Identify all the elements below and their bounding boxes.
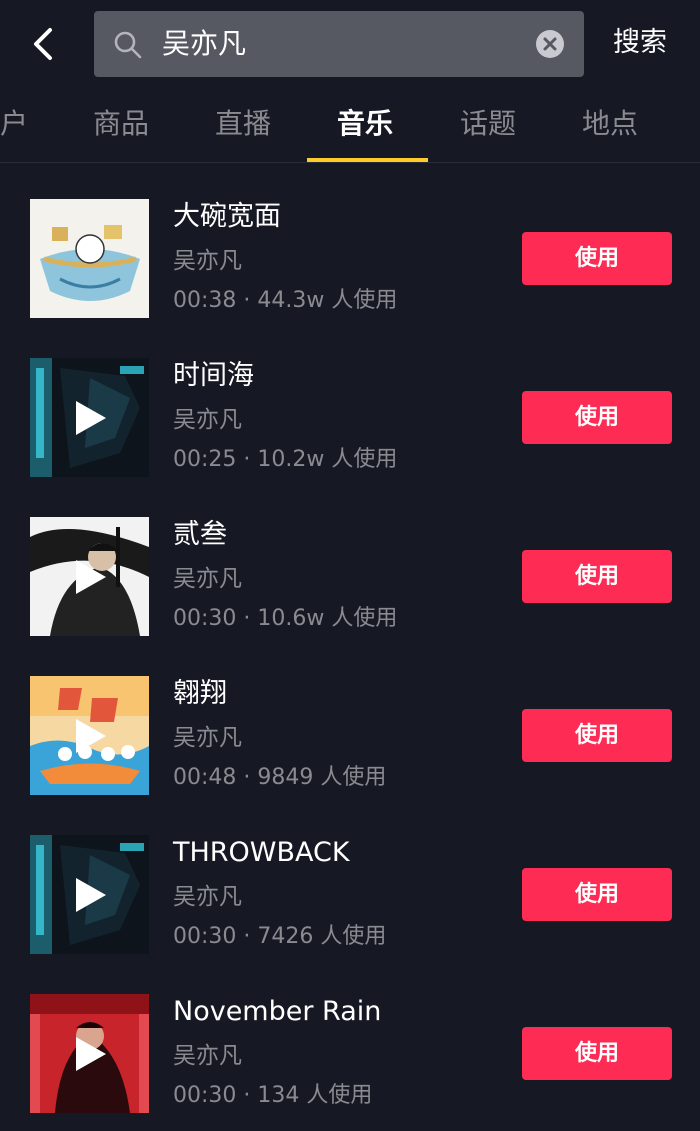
meta-separator: · <box>243 606 251 631</box>
list-item[interactable]: 大碗宽面 吴亦凡 00:38 · 44.3w 人使用 使用 <box>0 163 700 322</box>
album-cover[interactable] <box>30 676 149 795</box>
use-button[interactable]: 使用 <box>522 868 672 921</box>
song-artist: 吴亦凡 <box>173 725 242 751</box>
song-artist: 吴亦凡 <box>173 407 242 433</box>
meta-separator: · <box>243 447 251 472</box>
song-title: 贰叁 <box>173 519 227 550</box>
tab-locations[interactable]: 地点 <box>582 104 638 144</box>
album-cover[interactable] <box>30 358 149 477</box>
list-item[interactable]: THROWBACK 吴亦凡 00:30 · 7426 人使用 使用 <box>0 799 700 958</box>
use-button[interactable]: 使用 <box>522 1027 672 1080</box>
meta-separator: · <box>243 765 251 790</box>
clear-icon[interactable] <box>534 28 566 60</box>
song-duration: 00:30 <box>173 1083 237 1108</box>
list-item[interactable]: 贰叁 吴亦凡 00:30 · 10.6w 人使用 使用 <box>0 481 700 640</box>
album-cover[interactable] <box>30 199 149 318</box>
song-usage-count: 134 人使用 <box>257 1083 373 1108</box>
song-duration: 00:48 <box>173 765 237 790</box>
meta-separator: · <box>243 1083 251 1108</box>
song-artist: 吴亦凡 <box>173 566 242 592</box>
back-arrow-icon[interactable] <box>22 22 66 66</box>
song-duration: 00:30 <box>173 924 237 949</box>
song-meta: 00:25 · 10.2w 人使用 <box>173 444 397 476</box>
song-meta: 00:30 · 10.6w 人使用 <box>173 603 397 635</box>
song-title: 翱翔 <box>173 678 227 709</box>
song-title: November Rain <box>173 996 382 1027</box>
search-icon <box>112 29 144 61</box>
album-cover[interactable] <box>30 994 149 1113</box>
song-usage-count: 10.6w 人使用 <box>257 606 398 631</box>
song-artist: 吴亦凡 <box>173 248 242 274</box>
song-meta: 00:48 · 9849 人使用 <box>173 762 386 794</box>
song-usage-count: 9849 人使用 <box>257 765 387 790</box>
song-title: 大碗宽面 <box>173 201 281 232</box>
list-item[interactable]: 翱翔 吴亦凡 00:48 · 9849 人使用 使用 <box>0 640 700 799</box>
song-usage-count: 44.3w 人使用 <box>257 288 398 313</box>
song-usage-count: 10.2w 人使用 <box>257 447 398 472</box>
use-button[interactable]: 使用 <box>522 709 672 762</box>
use-button[interactable]: 使用 <box>522 550 672 603</box>
song-title: 时间海 <box>173 360 254 391</box>
tab-users[interactable]: 户 <box>0 104 28 144</box>
song-artist: 吴亦凡 <box>173 1043 242 1069</box>
category-tabs: 户 商品 直播 音乐 话题 地点 <box>0 94 700 162</box>
list-item[interactable]: November Rain 吴亦凡 00:30 · 134 人使用 使用 <box>0 958 700 1117</box>
use-button[interactable]: 使用 <box>522 391 672 444</box>
song-duration: 00:38 <box>173 288 237 313</box>
meta-separator: · <box>243 288 251 313</box>
song-duration: 00:30 <box>173 606 237 631</box>
meta-separator: · <box>243 924 251 949</box>
song-meta: 00:30 · 7426 人使用 <box>173 921 386 953</box>
song-title: THROWBACK <box>173 837 350 868</box>
album-cover[interactable] <box>30 517 149 636</box>
album-cover[interactable] <box>30 835 149 954</box>
song-duration: 00:25 <box>173 447 237 472</box>
song-meta: 00:30 · 134 人使用 <box>173 1080 372 1112</box>
tab-products[interactable]: 商品 <box>93 104 149 144</box>
song-usage-count: 7426 人使用 <box>257 924 387 949</box>
search-header: 吴亦凡 搜索 <box>0 0 700 90</box>
tab-topics[interactable]: 话题 <box>460 104 516 144</box>
list-item[interactable]: 时间海 吴亦凡 00:25 · 10.2w 人使用 使用 <box>0 322 700 481</box>
use-button[interactable]: 使用 <box>522 232 672 285</box>
song-artist: 吴亦凡 <box>173 884 242 910</box>
search-input[interactable]: 吴亦凡 <box>94 11 584 77</box>
search-button[interactable]: 搜索 <box>613 24 667 62</box>
search-query-text: 吴亦凡 <box>162 27 247 60</box>
song-meta: 00:38 · 44.3w 人使用 <box>173 285 397 317</box>
tab-music[interactable]: 音乐 <box>337 104 393 144</box>
tab-live[interactable]: 直播 <box>215 104 271 144</box>
